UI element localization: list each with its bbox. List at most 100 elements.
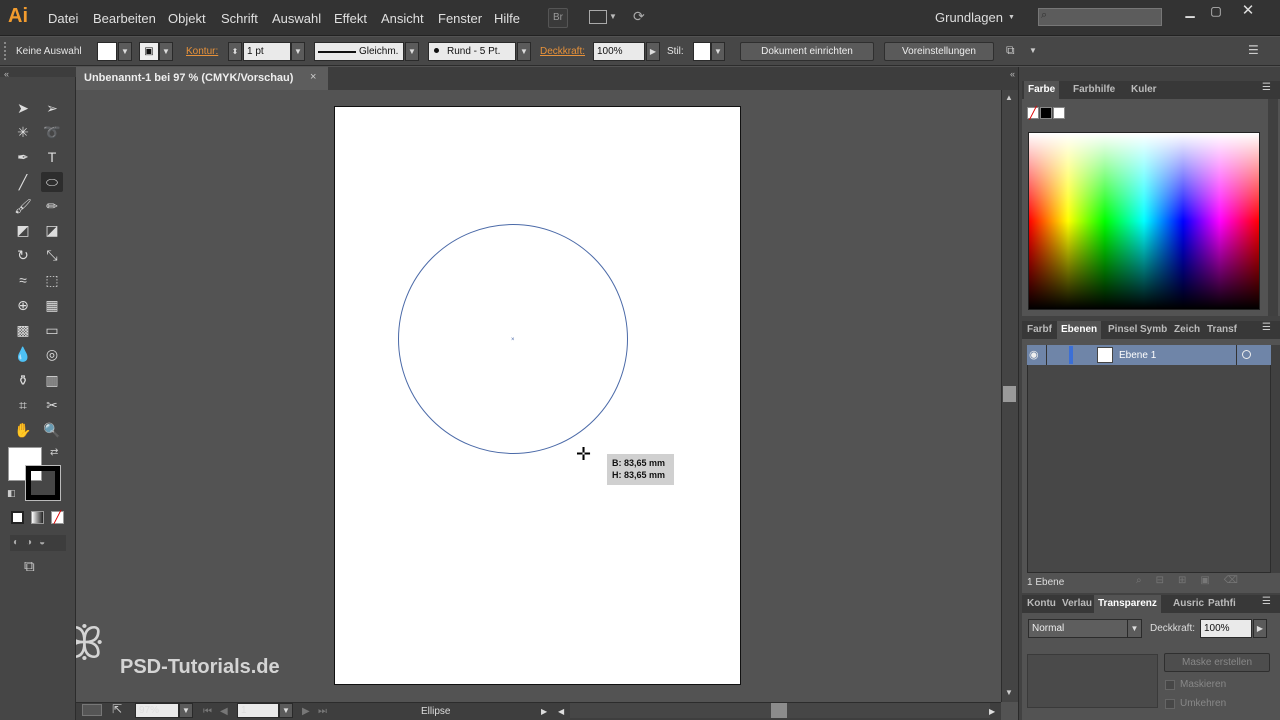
tab-pathfinder[interactable]: Pathfi xyxy=(1208,595,1236,613)
magic-wand-tool-icon[interactable]: ✳ xyxy=(12,122,34,142)
tab-zeichenstile[interactable]: Zeich xyxy=(1174,321,1200,339)
transparency-panel-menu-icon[interactable]: ☰ xyxy=(1262,596,1271,607)
mesh-tool-icon[interactable]: ▩ xyxy=(12,320,34,340)
panel-menu-icon[interactable]: ☰ xyxy=(1248,43,1259,57)
opacity-label[interactable]: Deckkraft: xyxy=(540,43,585,60)
layers-panel-menu-icon[interactable]: ☰ xyxy=(1262,322,1271,333)
tab-kuler[interactable]: Kuler xyxy=(1131,81,1157,99)
layer-name[interactable]: Ebene 1 xyxy=(1119,350,1156,361)
rotate-tool-icon[interactable]: ↻ xyxy=(12,245,34,265)
sync-icon[interactable]: ⟳ xyxy=(633,8,645,25)
perspective-grid-tool-icon[interactable]: ▦ xyxy=(41,295,63,315)
next-artboard-icon[interactable]: ▶ xyxy=(302,704,310,719)
bridge-button[interactable]: Br xyxy=(548,8,568,28)
first-artboard-icon[interactable]: ⏮ xyxy=(203,704,212,719)
document-setup-button[interactable]: Dokument einrichten xyxy=(740,42,874,61)
menu-auswahl[interactable]: Auswahl xyxy=(272,11,321,26)
stroke-dropdown[interactable]: ▼ xyxy=(159,42,173,61)
column-graph-tool-icon[interactable]: ▥ xyxy=(41,370,63,390)
fill-swatch[interactable] xyxy=(97,42,117,61)
color-mode-icon[interactable] xyxy=(11,511,24,524)
artboard-tool-icon[interactable]: ⌗ xyxy=(12,395,34,415)
arrange-icon[interactable]: ⧉ xyxy=(1006,43,1015,58)
color-panel-scrollbar[interactable] xyxy=(1268,99,1278,316)
prev-artboard-icon[interactable]: ◀ xyxy=(220,704,228,719)
opacity-slider-toggle[interactable]: ▶ xyxy=(646,42,660,61)
blend-tool-icon[interactable]: ◎ xyxy=(41,344,63,364)
stroke-swatch-icon[interactable]: ▣ xyxy=(139,42,159,61)
maximize-button[interactable]: ▢ xyxy=(1200,2,1232,20)
eyedropper-tool-icon[interactable]: 💧 xyxy=(12,344,34,364)
pencil-tool-icon[interactable]: ✏ xyxy=(41,196,63,216)
screen-mode-icon[interactable]: ⧉ xyxy=(24,558,35,575)
hscroll-left-icon[interactable]: ◀ xyxy=(558,704,564,719)
layer-actions-icon[interactable]: ⌕⊟⊞▣⌫ xyxy=(1136,575,1252,586)
paintbrush-tool-icon[interactable]: 🖌 xyxy=(12,196,34,216)
canvas[interactable]: × ✛ B: 83,65 mm H: 83,65 mm ꕥ PSD-Tutori… xyxy=(76,90,1001,702)
slice-tool-icon[interactable]: ✂ xyxy=(41,395,63,415)
hscroll-right-icon[interactable]: ▶ xyxy=(989,704,995,719)
document-tab[interactable]: Unbenannt-1 bei 97 % (CMYK/Vorschau) xyxy=(76,67,328,90)
style-swatch[interactable] xyxy=(693,42,711,61)
artboard-dropdown[interactable]: ▼ xyxy=(279,703,293,718)
color-panel-menu-icon[interactable]: ☰ xyxy=(1262,82,1271,93)
scroll-up-icon[interactable]: ▲ xyxy=(1005,93,1013,102)
symbol-sprayer-tool-icon[interactable]: ⚱ xyxy=(12,370,34,390)
horizontal-scroll-thumb[interactable] xyxy=(771,703,787,718)
export-icon[interactable]: ⇱ xyxy=(112,702,122,716)
white-swatch[interactable] xyxy=(1053,107,1065,119)
workspace-dropdown-icon[interactable]: ▼ xyxy=(1008,14,1015,21)
menu-schrift[interactable]: Schrift xyxy=(221,11,258,26)
menu-hilfe[interactable]: Hilfe xyxy=(494,11,520,26)
tab-pinsel[interactable]: Pinsel xyxy=(1108,321,1137,339)
free-transform-tool-icon[interactable]: ⬚ xyxy=(41,270,63,290)
vertical-scroll-thumb[interactable] xyxy=(1003,386,1016,402)
tab-farbhilfe[interactable]: Farbhilfe xyxy=(1073,81,1115,99)
tab-ebenen[interactable]: Ebenen xyxy=(1057,321,1102,339)
close-window-button[interactable]: ✕ xyxy=(1232,2,1264,20)
visibility-eye-icon[interactable]: ◉ xyxy=(1029,348,1039,361)
type-tool-icon[interactable]: T xyxy=(41,147,63,167)
stroke-stepper[interactable]: ⬍ xyxy=(228,42,242,61)
transparency-opacity-toggle[interactable]: ▶ xyxy=(1253,619,1267,638)
warp-tool-icon[interactable]: ≈ xyxy=(12,270,34,290)
layer-target-icon[interactable] xyxy=(1242,350,1251,359)
zoom-field[interactable]: 97% xyxy=(135,703,179,718)
artboard-field[interactable]: 1 xyxy=(237,703,279,718)
stroke-weight-dropdown[interactable]: ▼ xyxy=(291,42,305,61)
transparency-opacity-field[interactable]: 100% xyxy=(1200,619,1252,638)
chevron-down-icon[interactable]: ▼ xyxy=(609,12,617,21)
scale-tool-icon[interactable]: ⤡ xyxy=(41,245,63,265)
collapse-panels-icon[interactable]: « xyxy=(1010,69,1015,79)
stroke-label[interactable]: Kontur: xyxy=(186,43,218,60)
direct-selection-tool-icon[interactable]: ➢ xyxy=(41,98,63,118)
tab-ausrichten[interactable]: Ausric xyxy=(1173,595,1204,613)
none-mode-icon[interactable]: ╱ xyxy=(51,511,64,524)
pen-tool-icon[interactable]: ✒ xyxy=(12,147,34,167)
tab-farbfelder[interactable]: Farbf xyxy=(1027,321,1052,339)
draw-modes-icon[interactable]: ◐◑◒ xyxy=(10,535,66,551)
layers-scrollbar[interactable] xyxy=(1271,345,1280,573)
menu-datei[interactable]: Datei xyxy=(48,11,78,26)
menu-bearbeiten[interactable]: Bearbeiten xyxy=(93,11,156,26)
zoom-tool-icon[interactable]: 🔍 xyxy=(41,420,63,440)
invert-checkbox[interactable] xyxy=(1165,699,1175,709)
search-input[interactable] xyxy=(1038,8,1162,26)
zoom-dropdown[interactable]: ▼ xyxy=(179,703,193,718)
arrange-dropdown-icon[interactable]: ▼ xyxy=(1029,46,1037,55)
style-dropdown[interactable]: ▼ xyxy=(711,42,725,61)
last-artboard-icon[interactable]: ⏭ xyxy=(318,704,327,719)
stroke-color-swatch[interactable] xyxy=(25,465,61,501)
none-swatch-icon[interactable]: ╱ xyxy=(1027,107,1039,119)
menu-effekt[interactable]: Effekt xyxy=(334,11,367,26)
stroke-weight-field[interactable]: 1 pt xyxy=(243,42,291,61)
fill-dropdown[interactable]: ▼ xyxy=(118,42,132,61)
ellipse-tool-icon[interactable]: ⬭ xyxy=(41,172,63,192)
tab-transformieren[interactable]: Transf xyxy=(1207,321,1237,339)
gradient-mode-icon[interactable] xyxy=(31,511,44,524)
eraser-tool-icon[interactable]: ◪ xyxy=(41,220,63,240)
tab-transparenz[interactable]: Transparenz xyxy=(1094,595,1161,613)
tab-kontur[interactable]: Kontu xyxy=(1027,595,1056,613)
preferences-button[interactable]: Voreinstellungen xyxy=(884,42,994,61)
blob-brush-tool-icon[interactable]: ◩ xyxy=(12,220,34,240)
